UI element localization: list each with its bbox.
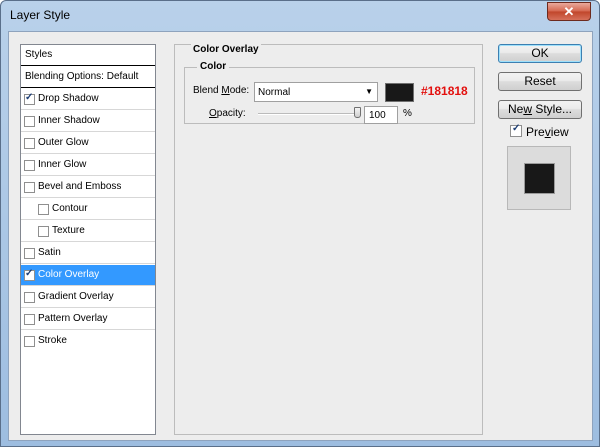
style-item-inner-shadow[interactable]: Inner Shadow	[21, 111, 155, 132]
style-item-stroke[interactable]: Stroke	[21, 331, 155, 352]
inner-glow-checkbox[interactable]	[24, 160, 35, 171]
panel-title: Color Overlay	[191, 44, 261, 55]
preview-square	[524, 163, 555, 194]
pattern-overlay-checkbox[interactable]	[24, 314, 35, 325]
color-overlay-panel: Color Overlay Color Blend Mode: Normal ▼…	[174, 44, 483, 435]
style-item-pattern-overlay[interactable]: Pattern Overlay	[21, 309, 155, 330]
color-group: Color Blend Mode: Normal ▼ #181818 Opaci…	[184, 61, 475, 124]
style-item-contour[interactable]: Contour	[21, 199, 155, 220]
new-style-button[interactable]: New Style...	[498, 100, 582, 119]
style-item-satin[interactable]: Satin	[21, 243, 155, 264]
preview-checkbox[interactable]	[510, 123, 522, 137]
blend-mode-select[interactable]: Normal ▼	[254, 82, 378, 102]
reset-button[interactable]: Reset	[498, 72, 582, 91]
contour-checkbox[interactable]	[38, 204, 49, 215]
stroke-checkbox[interactable]	[24, 336, 35, 347]
style-item-bevel-and-emboss[interactable]: Bevel and Emboss	[21, 177, 155, 198]
overlay-color-swatch[interactable]	[385, 83, 414, 102]
opacity-unit: %	[403, 108, 412, 119]
texture-checkbox[interactable]	[38, 226, 49, 237]
color-group-title: Color	[197, 61, 230, 72]
hex-annotation: #181818	[421, 84, 468, 98]
preview-label: Preview	[526, 125, 569, 139]
opacity-input[interactable]: 100	[364, 106, 398, 124]
color-overlay-checkbox[interactable]	[24, 268, 35, 281]
outer-glow-checkbox[interactable]	[24, 138, 35, 149]
style-item-inner-glow[interactable]: Inner Glow	[21, 155, 155, 176]
window-title: Layer Style	[10, 8, 71, 22]
ok-button[interactable]: OK	[498, 44, 582, 63]
style-preview	[507, 146, 571, 210]
style-item-gradient-overlay[interactable]: Gradient Overlay	[21, 287, 155, 308]
layer-style-window: Layer Style ✕ Styles Blending Options: D…	[0, 0, 600, 447]
chevron-down-icon: ▼	[365, 87, 373, 96]
dialog-body: Styles Blending Options: Default Drop Sh…	[8, 31, 593, 441]
opacity-slider-track[interactable]	[258, 113, 358, 115]
style-item-drop-shadow[interactable]: Drop Shadow	[21, 89, 155, 110]
styles-header[interactable]: Styles	[21, 45, 155, 66]
styles-list: Styles Blending Options: Default Drop Sh…	[20, 44, 156, 435]
opacity-label: Opacity:	[209, 108, 246, 119]
satin-checkbox[interactable]	[24, 248, 35, 259]
style-item-texture[interactable]: Texture	[21, 221, 155, 242]
opacity-slider-thumb[interactable]	[354, 107, 361, 118]
title-bar[interactable]: Layer Style ✕	[1, 1, 599, 31]
blending-options-item[interactable]: Blending Options: Default	[21, 67, 155, 88]
blend-mode-value: Normal	[258, 87, 291, 98]
style-item-color-overlay[interactable]: Color Overlay	[21, 265, 155, 286]
blend-mode-label: Blend Mode:	[193, 85, 250, 96]
bevel-and-emboss-checkbox[interactable]	[24, 182, 35, 193]
drop-shadow-checkbox[interactable]	[24, 92, 35, 105]
close-button[interactable]: ✕	[547, 2, 591, 21]
close-icon: ✕	[563, 4, 575, 19]
gradient-overlay-checkbox[interactable]	[24, 292, 35, 303]
style-item-outer-glow[interactable]: Outer Glow	[21, 133, 155, 154]
inner-shadow-checkbox[interactable]	[24, 116, 35, 127]
